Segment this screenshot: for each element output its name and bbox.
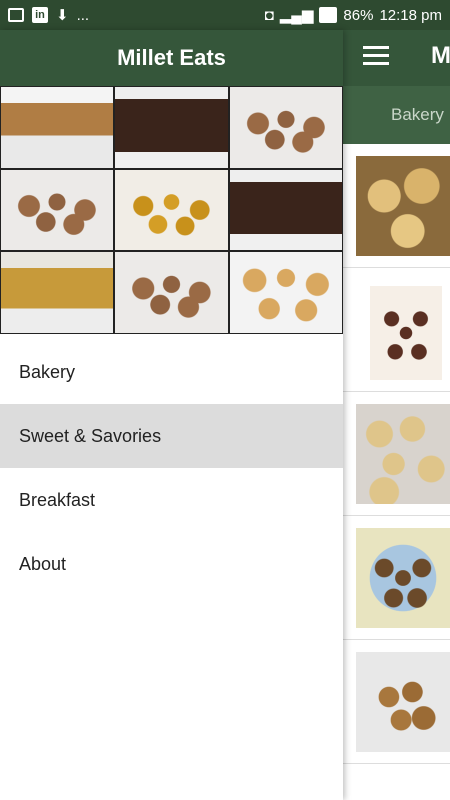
pinwheel-image xyxy=(115,169,228,251)
drawer-menu: Bakery Sweet & Savories Breakfast About xyxy=(0,340,343,596)
crackers-image xyxy=(1,169,114,251)
list-item[interactable] xyxy=(343,144,450,268)
signal-icon: ▂▄▆ xyxy=(279,7,314,24)
category-tabs: Bakery xyxy=(343,86,450,144)
chips-image xyxy=(115,252,228,333)
brownie-image xyxy=(229,169,342,251)
recipe-list xyxy=(343,144,450,764)
linkedin-icon: in xyxy=(32,7,48,23)
ladoo-bowl-thumbnail xyxy=(356,652,450,752)
ladoo-thumbnail xyxy=(356,156,450,256)
menu-item-bakery[interactable]: Bakery xyxy=(0,340,343,404)
dark-ladoo-thumbnail xyxy=(356,528,450,628)
battery-icon xyxy=(319,7,338,23)
clock: 12:18 pm xyxy=(379,6,442,24)
tab-bakery[interactable]: Bakery xyxy=(391,105,444,125)
list-item[interactable] xyxy=(343,516,450,640)
menu-item-sweet-savories[interactable]: Sweet & Savories xyxy=(0,404,343,468)
list-item[interactable] xyxy=(343,640,450,764)
menu-item-breakfast[interactable]: Breakfast xyxy=(0,468,343,532)
more-notifications-icon: ... xyxy=(76,6,90,24)
download-icon: ⬇ xyxy=(56,7,69,24)
app-title: M xyxy=(431,42,450,69)
brownie-image xyxy=(115,87,228,168)
ladoo-plate-thumbnail xyxy=(356,404,450,504)
alarm-icon: ◘ xyxy=(264,6,274,24)
gallery-icon xyxy=(8,8,24,22)
menu-item-about[interactable]: About xyxy=(0,532,343,596)
choco-balls-thumbnail xyxy=(370,286,442,380)
navigation-drawer: Millet Eats Bakery Sweet & Savories Brea… xyxy=(0,30,343,800)
menu-icon[interactable] xyxy=(363,46,389,66)
chips-image xyxy=(229,87,342,168)
food-collage xyxy=(0,86,343,334)
banana-bread-image xyxy=(1,87,114,168)
drawer-title: Millet Eats xyxy=(0,30,343,86)
cake-image xyxy=(1,252,114,333)
cookies-image xyxy=(229,252,342,333)
battery-percent: 86% xyxy=(343,6,374,24)
app-toolbar: M xyxy=(343,30,450,86)
list-item[interactable] xyxy=(343,392,450,516)
status-bar: in ⬇ ... ◘ ▂▄▆ 86% 12:18 pm xyxy=(0,0,450,30)
list-item[interactable] xyxy=(343,268,450,392)
